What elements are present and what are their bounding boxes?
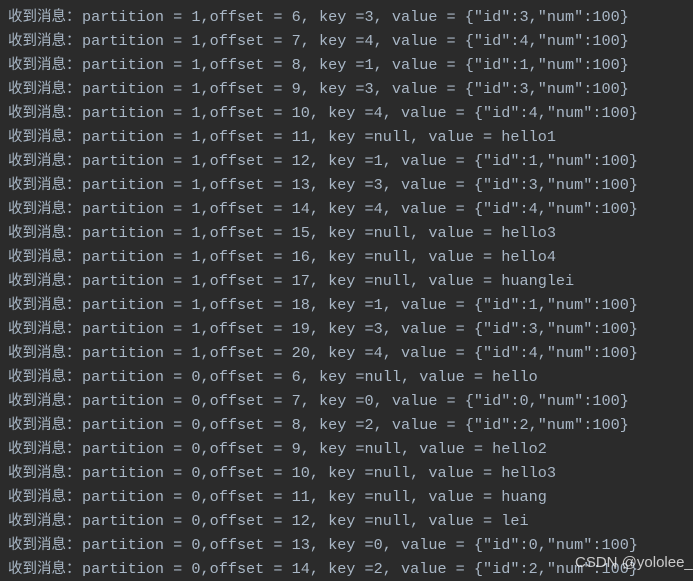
message-prefix: 收到消息：: [8, 345, 81, 361]
message-text: partition = 1,offset = 7, key =4, value …: [82, 32, 629, 50]
message-prefix: 收到消息：: [8, 369, 81, 385]
console-line: 收到消息：partition = 1,offset = 13, key =3, …: [8, 173, 638, 197]
console-line: 收到消息：partition = 0,offset = 9, key =null…: [8, 437, 638, 461]
message-text: partition = 1,offset = 19, key =3, value…: [82, 320, 638, 338]
console-line: 收到消息：partition = 1,offset = 16, key =nul…: [8, 245, 638, 269]
message-prefix: 收到消息：: [8, 561, 81, 577]
message-prefix: 收到消息：: [8, 297, 81, 313]
console-line: 收到消息：partition = 1,offset = 8, key =1, v…: [8, 53, 638, 77]
watermark: CSDN @yololee_: [575, 554, 693, 571]
message-prefix: 收到消息：: [8, 249, 81, 265]
message-text: partition = 1,offset = 13, key =3, value…: [82, 176, 638, 194]
console-line: 收到消息：partition = 1,offset = 11, key =nul…: [8, 125, 638, 149]
message-prefix: 收到消息：: [8, 129, 81, 145]
message-text: partition = 0,offset = 8, key =2, value …: [82, 416, 629, 434]
message-prefix: 收到消息：: [8, 81, 81, 97]
console-line: 收到消息：partition = 0,offset = 13, key =0, …: [8, 533, 638, 557]
message-text: partition = 0,offset = 6, key =null, val…: [82, 368, 538, 386]
message-prefix: 收到消息：: [8, 273, 81, 289]
console-line: 收到消息：partition = 1,offset = 19, key =3, …: [8, 317, 638, 341]
console-line: 收到消息：partition = 1,offset = 15, key =nul…: [8, 221, 638, 245]
message-text: partition = 0,offset = 12, key =null, va…: [82, 512, 529, 530]
message-text: partition = 1,offset = 6, key =3, value …: [82, 8, 629, 26]
message-prefix: 收到消息：: [8, 153, 81, 169]
message-prefix: 收到消息：: [8, 57, 81, 73]
console-line: 收到消息：partition = 1,offset = 20, key =4, …: [8, 341, 638, 365]
message-prefix: 收到消息：: [8, 465, 81, 481]
console-line: 收到消息：partition = 0,offset = 8, key =2, v…: [8, 413, 638, 437]
message-prefix: 收到消息：: [8, 201, 81, 217]
console-line: 收到消息：partition = 0,offset = 10, key =nul…: [8, 461, 638, 485]
console-line: 收到消息：partition = 0,offset = 11, key =nul…: [8, 485, 638, 509]
console-line: 收到消息：partition = 0,offset = 14, key =2, …: [8, 557, 638, 581]
message-text: partition = 0,offset = 14, key =2, value…: [82, 560, 638, 578]
message-text: partition = 0,offset = 7, key =0, value …: [82, 392, 629, 410]
message-text: partition = 0,offset = 10, key =null, va…: [82, 464, 556, 482]
message-prefix: 收到消息：: [8, 9, 81, 25]
message-text: partition = 0,offset = 9, key =null, val…: [82, 440, 547, 458]
message-text: partition = 1,offset = 12, key =1, value…: [82, 152, 638, 170]
message-prefix: 收到消息：: [8, 321, 81, 337]
console-line: 收到消息：partition = 0,offset = 7, key =0, v…: [8, 389, 638, 413]
console-output: 收到消息：partition = 1,offset = 6, key =3, v…: [8, 5, 638, 581]
message-text: partition = 1,offset = 20, key =4, value…: [82, 344, 638, 362]
message-text: partition = 1,offset = 18, key =1, value…: [82, 296, 638, 314]
console-line: 收到消息：partition = 1,offset = 14, key =4, …: [8, 197, 638, 221]
console-line: 收到消息：partition = 1,offset = 6, key =3, v…: [8, 5, 638, 29]
message-prefix: 收到消息：: [8, 225, 81, 241]
message-prefix: 收到消息：: [8, 489, 81, 505]
console-line: 收到消息：partition = 1,offset = 7, key =4, v…: [8, 29, 638, 53]
message-prefix: 收到消息：: [8, 105, 81, 121]
message-prefix: 收到消息：: [8, 177, 81, 193]
message-text: partition = 1,offset = 14, key =4, value…: [82, 200, 638, 218]
message-text: partition = 1,offset = 15, key =null, va…: [82, 224, 556, 242]
console-line: 收到消息：partition = 1,offset = 10, key =4, …: [8, 101, 638, 125]
message-text: partition = 1,offset = 16, key =null, va…: [82, 248, 556, 266]
message-prefix: 收到消息：: [8, 441, 81, 457]
message-prefix: 收到消息：: [8, 417, 81, 433]
message-text: partition = 1,offset = 8, key =1, value …: [82, 56, 629, 74]
message-text: partition = 1,offset = 17, key =null, va…: [82, 272, 575, 290]
console-line: 收到消息：partition = 0,offset = 6, key =null…: [8, 365, 638, 389]
message-text: partition = 0,offset = 11, key =null, va…: [82, 488, 547, 506]
message-prefix: 收到消息：: [8, 393, 81, 409]
message-text: partition = 0,offset = 13, key =0, value…: [82, 536, 638, 554]
console-line: 收到消息：partition = 1,offset = 12, key =1, …: [8, 149, 638, 173]
console-line: 收到消息：partition = 0,offset = 12, key =nul…: [8, 509, 638, 533]
message-prefix: 收到消息：: [8, 513, 81, 529]
console-line: 收到消息：partition = 1,offset = 9, key =3, v…: [8, 77, 638, 101]
message-text: partition = 1,offset = 10, key =4, value…: [82, 104, 638, 122]
message-text: partition = 1,offset = 11, key =null, va…: [82, 128, 556, 146]
console-line: 收到消息：partition = 1,offset = 18, key =1, …: [8, 293, 638, 317]
message-prefix: 收到消息：: [8, 537, 81, 553]
message-prefix: 收到消息：: [8, 33, 81, 49]
console-line: 收到消息：partition = 1,offset = 17, key =nul…: [8, 269, 638, 293]
message-text: partition = 1,offset = 9, key =3, value …: [82, 80, 629, 98]
